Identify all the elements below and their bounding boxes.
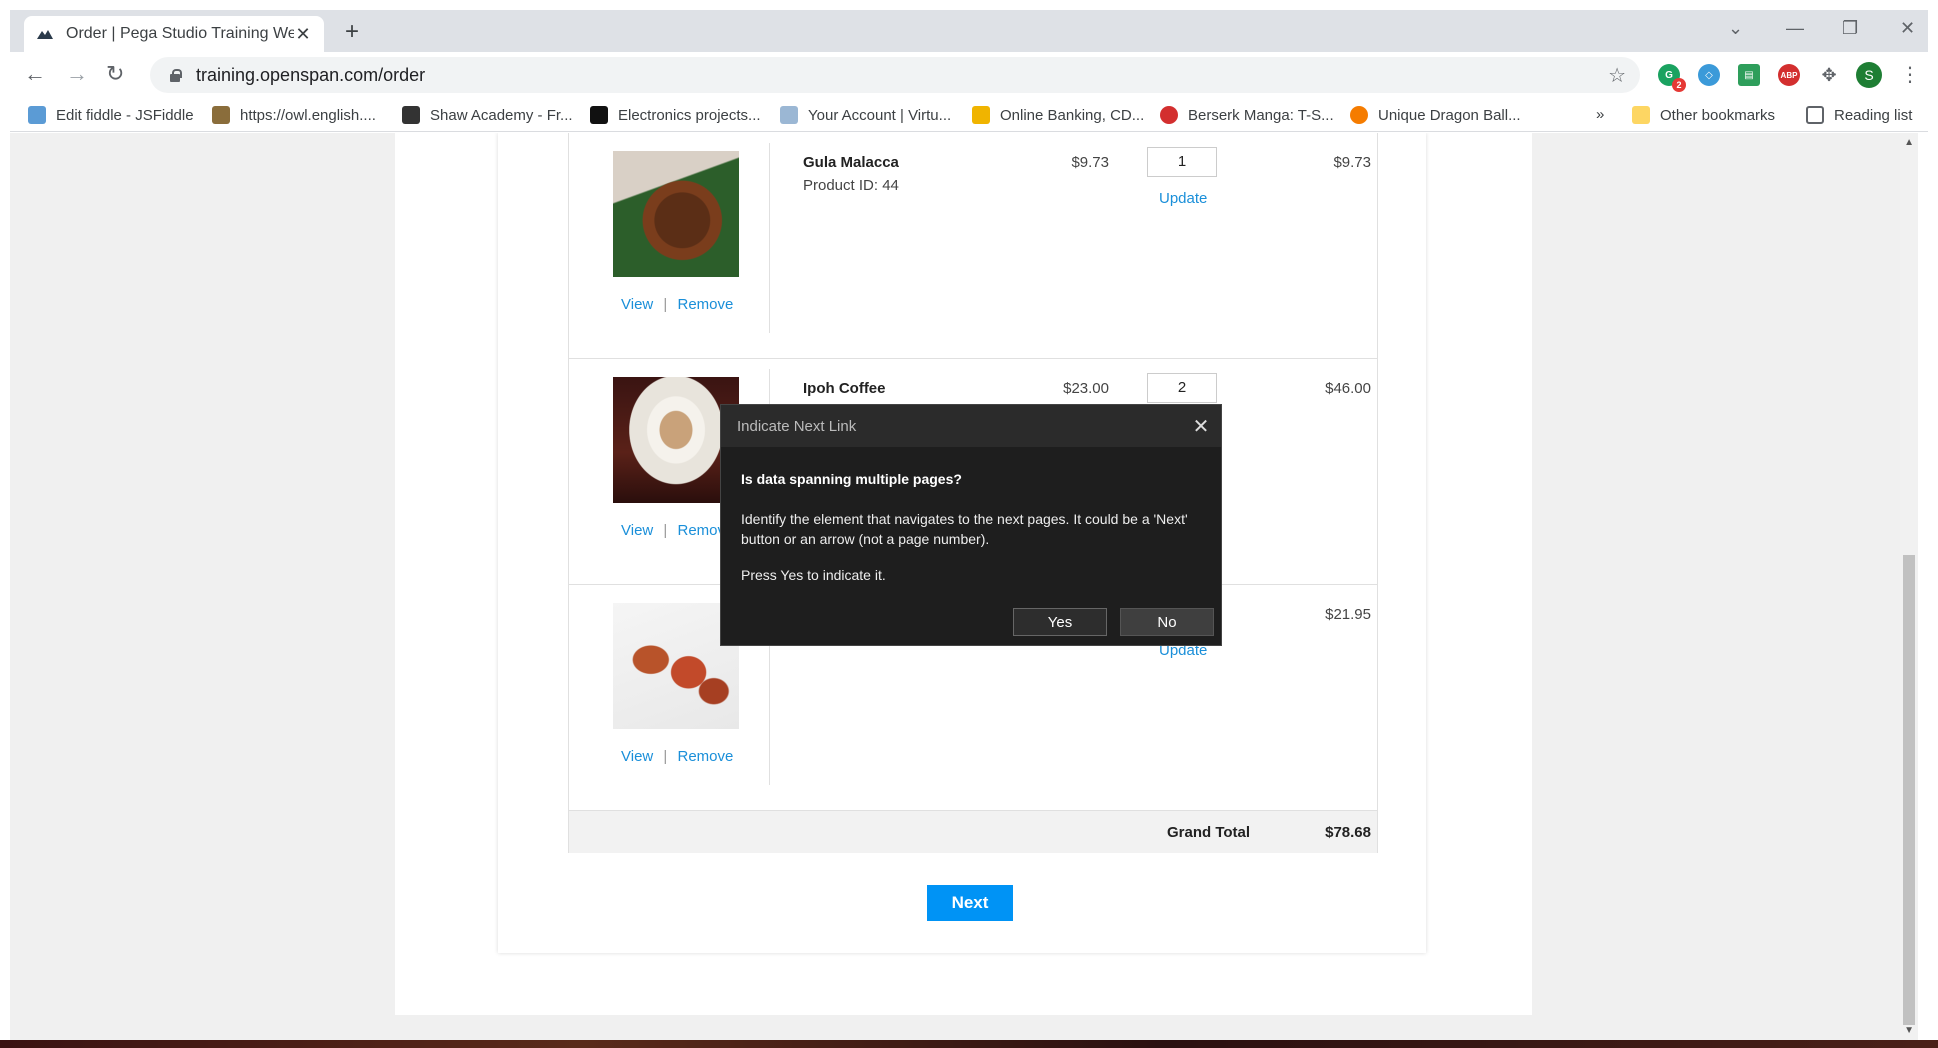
column-divider (769, 143, 770, 333)
indicate-next-link-dialog: Indicate Next Link ✕ Is data spanning mu… (720, 404, 1222, 646)
account-icon (780, 106, 798, 124)
unit-price: $9.73 (1071, 154, 1109, 171)
scrollbar[interactable]: ▲ ▼ (1900, 133, 1918, 1040)
bookmark-item[interactable]: Berserk Manga: T-S... (1160, 106, 1334, 124)
dragon-ball-icon (1350, 106, 1368, 124)
no-button[interactable]: No (1120, 608, 1214, 636)
dialog-titlebar: Indicate Next Link ✕ (721, 405, 1221, 447)
cart-row: View | Remove Gula Malacca Product ID: 4… (569, 133, 1377, 359)
remove-link[interactable]: Remove (678, 296, 734, 313)
bookmark-item[interactable]: Online Banking, CD... (972, 106, 1144, 124)
grand-total-label: Grand Total (1167, 824, 1251, 841)
extension-adblock-icon[interactable]: ABP (1778, 64, 1800, 86)
back-icon[interactable]: ← (24, 62, 46, 86)
product-name: Ipoh Coffee (803, 380, 886, 397)
dialog-question: Is data spanning multiple pages? (741, 471, 962, 487)
other-bookmarks[interactable]: Other bookmarks (1632, 106, 1775, 124)
line-total: $46.00 (1325, 380, 1371, 397)
dialog-body: Identify the element that navigates to t… (741, 511, 1188, 547)
extension-badge: 2 (1672, 78, 1686, 92)
berserk-icon (1160, 106, 1178, 124)
reading-list-icon (1806, 106, 1824, 124)
os-taskbar (0, 1040, 1938, 1048)
remove-link[interactable]: Remove (678, 748, 734, 765)
tab-order[interactable]: Order | Pega Studio Training Web ✕ (24, 16, 324, 52)
product-id: Product ID: 44 (803, 177, 899, 194)
browser-toolbar: ← → ↻ training.openspan.com/order ☆ G 2 … (10, 52, 1928, 98)
bookmarks-bar: Edit fiddle - JSFiddle https://owl.engli… (10, 98, 1928, 132)
restore-icon[interactable]: ❐ (1842, 18, 1858, 39)
extension-diamond-icon[interactable]: ◇ (1698, 64, 1720, 86)
reload-icon[interactable]: ↻ (106, 62, 124, 86)
bookmark-item[interactable]: Your Account | Virtu... (780, 106, 951, 124)
jsfiddle-icon (28, 106, 46, 124)
bookmark-item[interactable]: Edit fiddle - JSFiddle (28, 106, 194, 124)
browser-window: Order | Pega Studio Training Web ✕ + ⌄ —… (0, 0, 1938, 1048)
extension-note-icon[interactable]: ▤ (1738, 64, 1760, 86)
quantity-input[interactable]: 1 (1147, 147, 1217, 177)
yes-button[interactable]: Yes (1013, 608, 1107, 636)
folder-icon (1632, 106, 1650, 124)
next-button[interactable]: Next (927, 885, 1013, 921)
dialog-close-icon[interactable]: ✕ (1181, 414, 1221, 439)
tab-close-icon[interactable]: ✕ (294, 24, 312, 45)
bookmark-item[interactable]: Electronics projects... (590, 106, 761, 124)
scroll-down-icon[interactable]: ▼ (1904, 1025, 1914, 1036)
shaw-academy-icon (402, 106, 420, 124)
electronics-icon (590, 106, 608, 124)
minimize-icon[interactable]: — (1786, 18, 1804, 39)
product-name: Gula Malacca (803, 154, 899, 171)
bookmarks-overflow-icon[interactable]: » (1596, 106, 1604, 123)
forward-icon[interactable]: → (66, 62, 88, 86)
dialog-instruction: Press Yes to indicate it. (741, 567, 886, 583)
bookmark-star-icon[interactable]: ☆ (1608, 63, 1626, 88)
update-link[interactable]: Update (1159, 190, 1207, 207)
pega-logo-icon (37, 30, 53, 39)
grand-total-row: Grand Total $78.68 (569, 811, 1377, 853)
view-link[interactable]: View (621, 296, 653, 313)
reading-list[interactable]: Reading list (1806, 106, 1912, 124)
new-tab-button[interactable]: + (345, 20, 359, 44)
bookmark-item[interactable]: https://owl.english.... (212, 106, 376, 124)
lock-icon[interactable] (168, 68, 182, 82)
unit-price: $23.00 (1063, 380, 1109, 397)
view-link[interactable]: View (621, 522, 653, 539)
profile-avatar[interactable]: S (1856, 62, 1882, 88)
scroll-up-icon[interactable]: ▲ (1904, 137, 1914, 148)
view-link[interactable]: View (621, 748, 653, 765)
close-window-icon[interactable]: ✕ (1900, 18, 1915, 39)
grand-total-value: $78.68 (1325, 824, 1371, 841)
gula-malacca-image[interactable] (613, 151, 739, 277)
bank-icon (972, 106, 990, 124)
scrollbar-thumb[interactable] (1903, 555, 1915, 1025)
menu-kebab-icon[interactable]: ⋮ (1900, 62, 1920, 87)
address-bar[interactable]: training.openspan.com/order ☆ (150, 57, 1640, 93)
url-text[interactable]: training.openspan.com/order (196, 65, 425, 86)
quantity-input[interactable]: 2 (1147, 373, 1217, 403)
bookmark-item[interactable]: Unique Dragon Ball... (1350, 106, 1521, 124)
line-total: $9.73 (1333, 154, 1371, 171)
tab-strip: Order | Pega Studio Training Web ✕ + ⌄ —… (10, 10, 1928, 52)
tab-search-icon[interactable]: ⌄ (1728, 18, 1743, 39)
extensions-puzzle-icon[interactable]: ✥ (1818, 64, 1840, 86)
tab-title: Order | Pega Studio Training Web (66, 25, 294, 42)
bookmark-item[interactable]: Shaw Academy - Fr... (402, 106, 573, 124)
dialog-title: Indicate Next Link (737, 417, 857, 435)
line-total: $21.95 (1325, 606, 1371, 623)
owl-icon (212, 106, 230, 124)
